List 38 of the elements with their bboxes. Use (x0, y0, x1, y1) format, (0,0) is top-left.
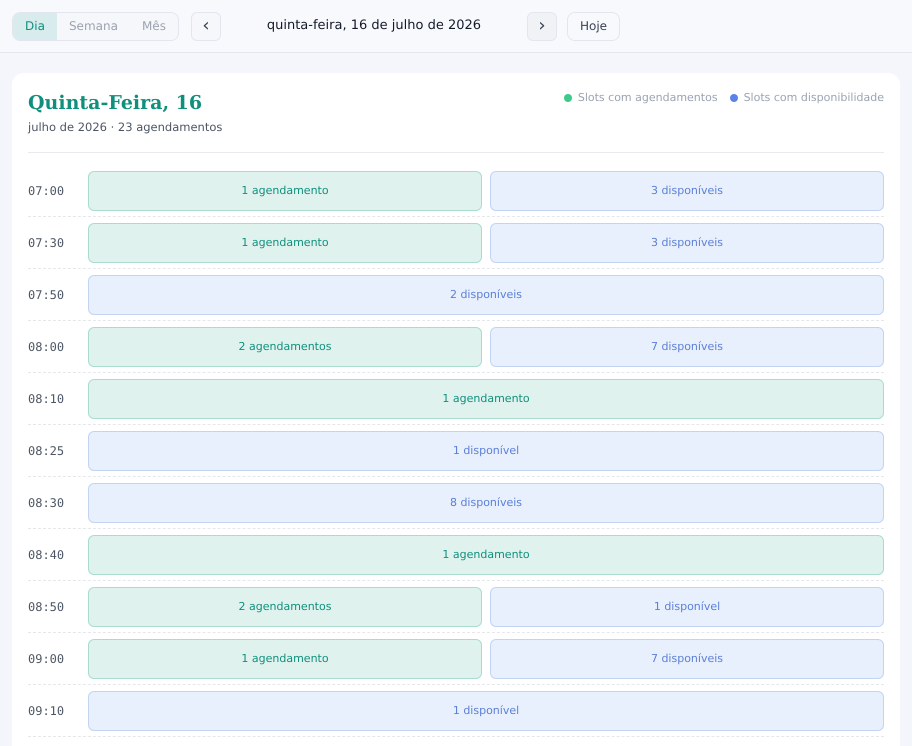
availability-block[interactable]: 7 disponíveis (490, 326, 884, 367)
time-label: 07:50 (28, 286, 66, 304)
availability-block[interactable]: 8 disponíveis (88, 482, 884, 523)
view-tab[interactable]: Semana (56, 12, 130, 40)
view-tab[interactable]: Dia (13, 12, 57, 40)
next-button[interactable]: › (526, 12, 557, 40)
time-label: 09:00 (28, 650, 66, 668)
appointments-block[interactable]: 1 agendamento (88, 638, 482, 679)
appointments-block[interactable]: 1 agendamento (88, 222, 482, 263)
appointments-block[interactable]: 1 agendamento (88, 534, 884, 575)
availability-block[interactable]: 2 disponíveis (88, 274, 884, 315)
availability-block[interactable]: 3 disponíveis (490, 222, 884, 263)
legend-label: Slots com disponibilidade (744, 90, 884, 106)
appointments-block[interactable]: 2 agendamentos (88, 326, 482, 367)
availability-block[interactable]: 1 disponível (88, 690, 884, 731)
previous-button[interactable]: ‹ (190, 12, 221, 40)
legend-label: Slots com agendamentos (578, 90, 718, 106)
day-subtitle: julho de 2026 · 23 agendamentos (28, 119, 222, 136)
appointments-block[interactable]: 2 agendamentos (88, 586, 482, 627)
time-label: 07:30 (28, 234, 66, 252)
today-button[interactable]: Hoje (566, 12, 620, 40)
availability-block[interactable]: 3 disponíveis (490, 170, 884, 211)
time-label: 08:50 (28, 598, 66, 616)
availability-block[interactable]: 1 disponível (490, 586, 884, 627)
availability-block[interactable]: 7 disponíveis (490, 638, 884, 679)
time-label: 08:00 (28, 338, 66, 356)
time-label: 08:25 (28, 442, 66, 460)
current-date: quinta-feira, 16 de julho de 2026 (266, 17, 482, 36)
time-label: 09:10 (28, 702, 66, 720)
appointments-block[interactable]: 1 agendamento (88, 378, 884, 419)
time-label: 07:00 (28, 182, 66, 200)
time-label: 08:40 (28, 546, 66, 564)
availability-block[interactable]: 1 disponível (88, 430, 884, 471)
time-label: 08:30 (28, 494, 66, 512)
appointments-block[interactable]: 1 agendamento (88, 170, 482, 211)
view-tab[interactable]: Mês (130, 12, 178, 40)
time-label: 08:10 (28, 390, 66, 408)
day-title: Quinta-Feira, 16 (28, 91, 204, 116)
